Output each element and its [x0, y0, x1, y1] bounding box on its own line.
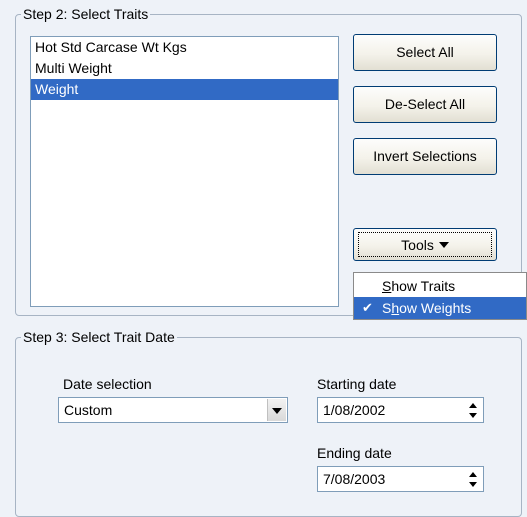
ending-date-value: 7/08/2003 — [323, 471, 386, 487]
spin-up-button[interactable] — [464, 468, 482, 479]
menu-item-show-weights[interactable]: ✔ Show Weights — [354, 297, 526, 319]
checkmark-icon: ✔ — [362, 300, 373, 315]
starting-date-spinner[interactable] — [464, 399, 482, 421]
deselect-all-button[interactable]: De-Select All — [353, 86, 497, 123]
chevron-down-icon — [438, 242, 449, 248]
date-selection-label: Date selection — [63, 376, 152, 392]
arrow-up-icon — [469, 472, 477, 477]
date-selection-combo[interactable]: Custom — [58, 397, 288, 423]
starting-date-value: 1/08/2002 — [323, 402, 386, 418]
arrow-down-icon — [469, 413, 477, 418]
chevron-down-icon — [272, 408, 282, 414]
spin-down-button[interactable] — [464, 410, 482, 421]
traits-listbox[interactable]: Hot Std Carcase Wt Kgs Multi Weight Weig… — [30, 36, 339, 307]
spin-up-button[interactable] — [464, 399, 482, 410]
date-selection-value: Custom — [64, 402, 113, 418]
ending-date-spinner[interactable] — [464, 468, 482, 490]
menu-item-show-traits[interactable]: Show Traits — [354, 275, 526, 297]
dropdown-button[interactable] — [267, 399, 286, 421]
spin-down-button[interactable] — [464, 479, 482, 490]
tools-menu: Show Traits ✔ Show Weights — [353, 272, 527, 320]
tools-button[interactable]: Tools — [353, 228, 497, 261]
trait-list-item[interactable]: Multi Weight — [31, 58, 338, 79]
starting-date-field[interactable]: 1/08/2002 — [317, 397, 484, 423]
tools-label: Tools — [401, 237, 434, 253]
trait-list-item[interactable]: Hot Std Carcase Wt Kgs — [31, 37, 338, 58]
starting-date-label: Starting date — [317, 376, 397, 392]
ending-date-label: Ending date — [317, 445, 392, 461]
ending-date-field[interactable]: 7/08/2003 — [317, 466, 484, 492]
invert-selections-button[interactable]: Invert Selections — [353, 138, 497, 175]
arrow-up-icon — [469, 403, 477, 408]
arrow-down-icon — [469, 482, 477, 487]
step3-title: Step 3: Select Trait Date — [21, 329, 177, 345]
trait-list-item-selected[interactable]: Weight — [31, 79, 338, 100]
step2-title: Step 2: Select Traits — [21, 6, 151, 22]
select-all-button[interactable]: Select All — [353, 34, 497, 71]
